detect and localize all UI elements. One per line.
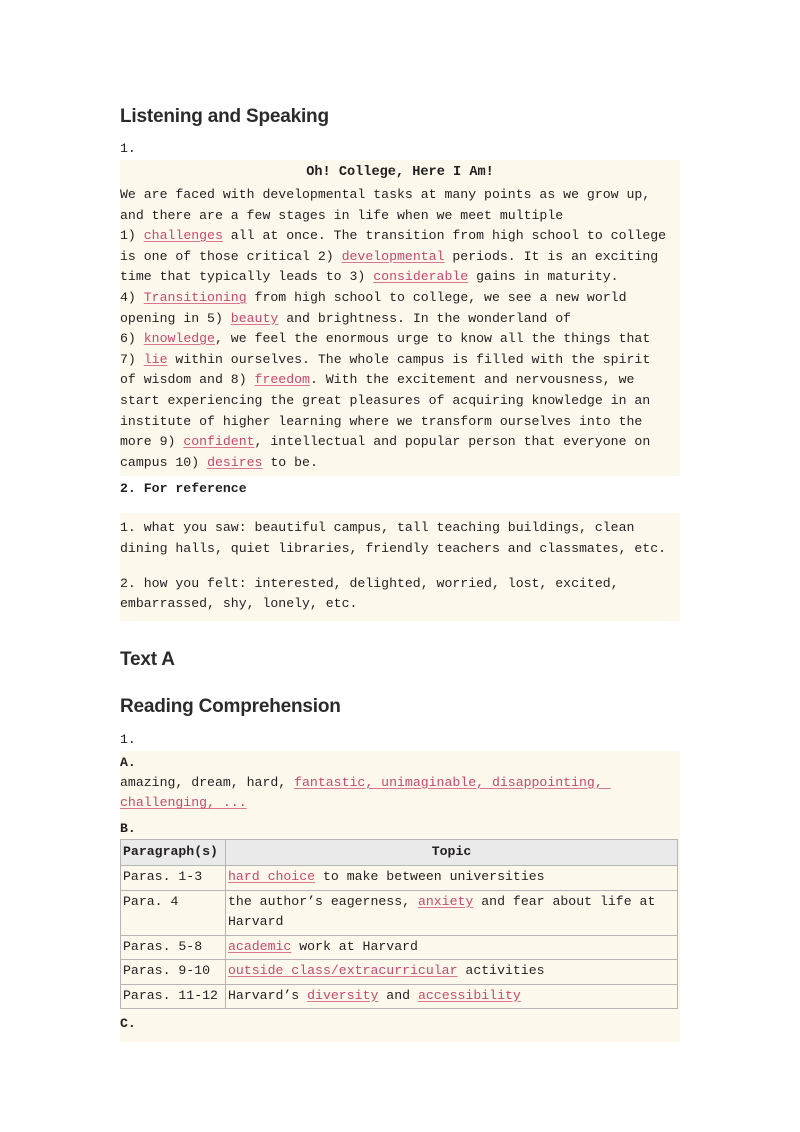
part-a-label: A. (120, 754, 136, 770)
table-cell-paragraph: Paras. 5-8 (120, 934, 226, 961)
passage-num-1: 1) (120, 228, 144, 244)
passage-line-3: all at once. The transition from high sc… (222, 228, 667, 244)
passage-line-20: to be. (262, 454, 318, 470)
table-cell-paragraph: Paras. 11-12 (120, 983, 226, 1010)
passage-line-2: and there are a few stages in life when … (120, 207, 564, 223)
answer-blank-3: considerable (373, 269, 469, 285)
table-cell-topic: hard choice to make between universities (225, 865, 678, 891)
topic-answer: academic (228, 938, 292, 954)
paragraph-topic-table: Paragraph(s) Topic Paras. 1-3 hard choic… (120, 838, 678, 1010)
page-title-text-a: Text A (120, 648, 175, 670)
document-content: Listening and Speaking 1. Oh! College, H… (120, 104, 680, 1043)
passage-line-17: more 9) (120, 434, 184, 450)
passage-line-15: start experiencing the great pleasures o… (120, 392, 651, 408)
answer-blank-1: challenges (143, 228, 223, 244)
passage-line-11: , we feel the enormous urge to know all … (214, 331, 651, 347)
table-cell-topic: academic work at Harvard (225, 934, 678, 961)
passage-line-1: We are faced with developmental tasks at… (120, 187, 651, 202)
document-page: Listening and Speaking 1. Oh! College, H… (0, 0, 800, 1132)
passage-line-14: . With the excitement and nervousness, w… (309, 372, 635, 388)
reference-line-2: dining halls, quiet libraries, friendly … (120, 540, 667, 556)
topic-static-prefix: the author’s eagerness, (228, 893, 418, 909)
table-cell-paragraph: Para. 4 (120, 889, 226, 936)
topic-answer: hard choice (228, 869, 316, 885)
topic-static-text: and (378, 987, 418, 1003)
table-row: Paras. 11-12 Harvard’s diversity and acc… (120, 983, 678, 1010)
reference-line-4: embarrassed, shy, lonely, etc. (120, 596, 358, 612)
part-a-answer-line-1: fantastic, unimaginable, disappointing, (294, 774, 611, 790)
passage-line-16: institute of higher learning where we tr… (120, 413, 643, 429)
table-header-row: Paragraph(s) Topic (120, 838, 678, 867)
table-row: Paras. 9-10 outside class/extracurricula… (120, 959, 678, 985)
page-title-listening-and-speaking: Listening and Speaking (120, 106, 329, 127)
answer-blank-6: knowledge (143, 331, 215, 347)
passage-line-7: gains in maturity. (468, 269, 619, 285)
answer-blank-8: freedom (254, 372, 310, 388)
table-cell-topic: outside class/extracurricular activities (225, 959, 678, 985)
passage-line-10: and brightness. In the wonderland of (278, 310, 572, 326)
part-c-block: C. (120, 1012, 680, 1043)
passage-line-4: is one of those critical 2) (120, 248, 342, 264)
topic-static-prefix: Harvard’s (228, 987, 308, 1003)
answer-blank-10: desires (207, 454, 263, 470)
answer-blank-9: confident (183, 434, 255, 450)
part-a-given-words: amazing, dream, hard, (120, 774, 295, 790)
reference-gap (120, 560, 680, 574)
passage-line-5: periods. It is an exciting (444, 248, 659, 264)
passage-line-18: , intellectual and popular person that e… (254, 434, 651, 450)
answer-blank-4: Transitioning (143, 289, 247, 305)
table-cell-topic: Harvard’s diversity and accessibility (225, 983, 678, 1010)
exercise-marker-2-for-reference: 2. For reference (120, 481, 247, 497)
part-b-label: B. (120, 820, 136, 836)
page-title-reading-comprehension: Reading Comprehension (120, 695, 341, 717)
topic-static-text: activities (457, 963, 545, 979)
answer-blank-7: lie (143, 351, 168, 367)
passage-line-19: campus 10) (120, 454, 208, 470)
table-row: Paras. 1-3 hard choice to make between u… (120, 865, 678, 891)
table-cell-paragraph: Paras. 9-10 (120, 959, 226, 985)
table-row: Para. 4 the author’s eagerness, anxiety … (120, 889, 678, 936)
exercise-marker-1: 1. (120, 141, 136, 156)
table-cell-topic: the author’s eagerness, anxiety and fear… (225, 889, 678, 936)
passage-num-4: 4) (120, 289, 144, 305)
passage-line-6: time that typically leads to 3) (120, 269, 374, 285)
topic-answer: diversity (307, 987, 379, 1003)
part-c-label: C. (120, 1016, 136, 1032)
passage-num-6: 6) (120, 331, 144, 347)
topic-static-text: to make between universities (315, 869, 545, 885)
topic-answer-secondary: accessibility (417, 987, 521, 1003)
topic-answer: anxiety (417, 893, 474, 909)
passage-title: Oh! College, Here I Am! (306, 165, 494, 180)
answer-blank-2: developmental (341, 248, 445, 264)
passage-line-8: from high school to college, we see a ne… (246, 289, 627, 305)
reference-block: 1. what you saw: beautiful campus, tall … (120, 513, 680, 621)
passage-num-7: 7) (120, 351, 144, 367)
reference-item-1: 1. what you saw: beautiful campus, tall … (120, 518, 680, 559)
part-b-block: B. Paragraph(s) Topic Paras. 1-3 hard ch… (120, 816, 680, 1013)
topic-answer: outside class/extracurricular (228, 963, 458, 979)
passage-line-12: within ourselves. The whole campus is fi… (167, 351, 651, 367)
table-cell-paragraph: Paras. 1-3 (120, 865, 226, 891)
passage-line-13: of wisdom and 8) (120, 372, 255, 388)
reference-item-2: 2. how you felt: interested, delighted, … (120, 574, 680, 615)
part-a-answer-line-2: challenging, ... (120, 795, 247, 811)
passage-body: We are faced with developmental tasks at… (120, 185, 680, 473)
passage-line-9: opening in 5) (120, 310, 231, 326)
table-header-paragraphs: Paragraph(s) (120, 838, 226, 867)
topic-static-text: work at Harvard (291, 938, 418, 954)
answer-blank-5: beauty (230, 310, 279, 326)
reference-line-3: 2. how you felt: interested, delighted, … (120, 575, 619, 591)
part-a-block: A. amazing, dream, hard, fantastic, unim… (120, 750, 680, 817)
part-a-answer: amazing, dream, hard, fantastic, unimagi… (120, 773, 680, 814)
table-header-topic: Topic (225, 838, 678, 867)
reference-line-1: 1. what you saw: beautiful campus, tall … (120, 520, 635, 536)
table-row: Paras. 5-8 academic work at Harvard (120, 934, 678, 961)
topic-table-wrapper: Paragraph(s) Topic Paras. 1-3 hard choic… (120, 838, 680, 1010)
passage-block: Oh! College, Here I Am! We are faced wit… (120, 160, 680, 477)
exercise-marker-rc-1: 1. (120, 731, 136, 747)
